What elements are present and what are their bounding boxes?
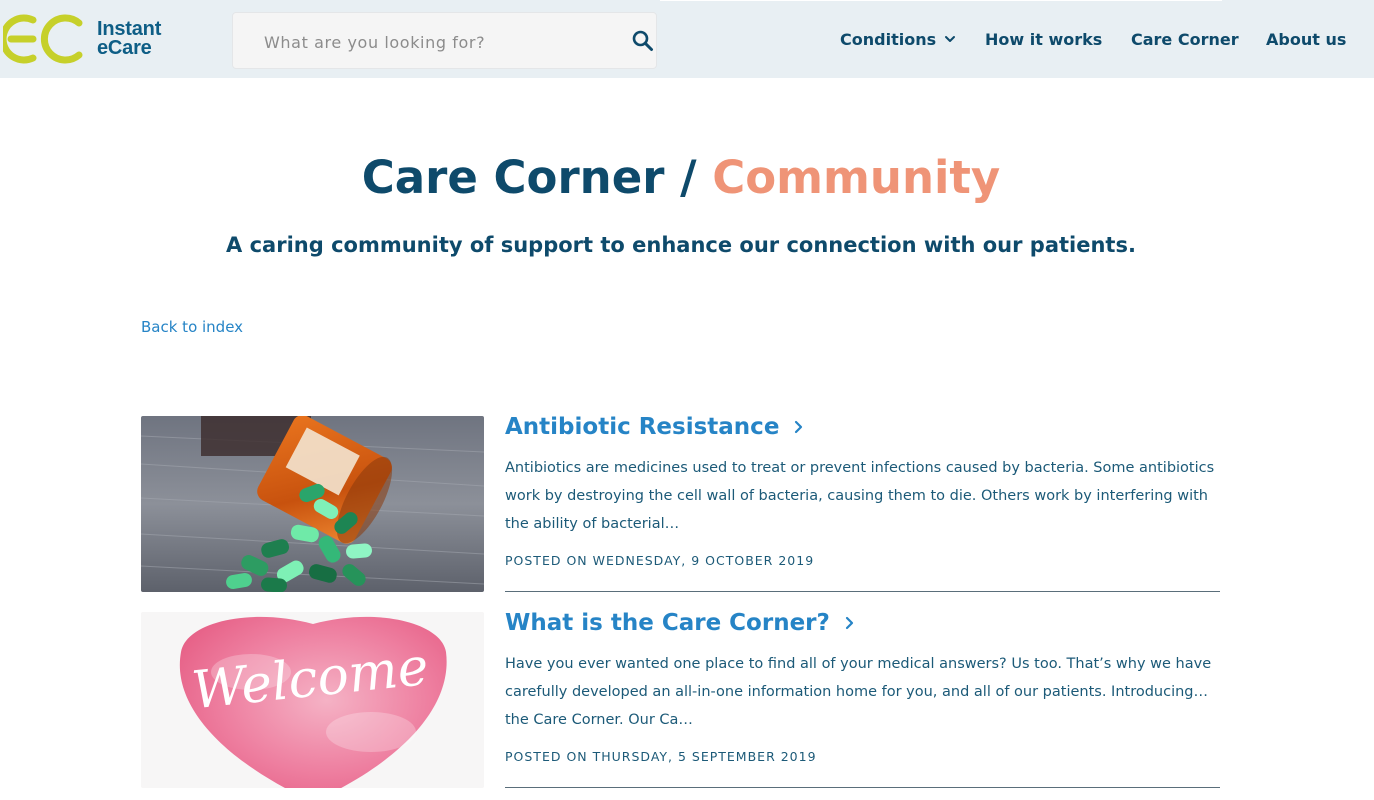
back-to-index-link[interactable]: Back to index bbox=[141, 318, 243, 336]
search-icon[interactable] bbox=[631, 29, 655, 53]
logo-mark-icon bbox=[3, 14, 83, 64]
search-input[interactable] bbox=[264, 31, 604, 53]
post-title-link[interactable]: Antibiotic Resistance bbox=[505, 410, 805, 444]
nav-how-it-works[interactable]: How it works bbox=[985, 29, 1102, 49]
post-title: What is the Care Corner? bbox=[505, 610, 830, 636]
page-title-main: Care Corner bbox=[361, 151, 665, 204]
post-card: Welcome What is the Care Corner? Have yo… bbox=[141, 610, 1220, 788]
spilled-pill-bottle-image[interactable] bbox=[141, 416, 484, 592]
logo-line-2: eCare bbox=[97, 37, 152, 59]
post-title: Antibiotic Resistance bbox=[505, 414, 780, 440]
post-title-link[interactable]: What is the Care Corner? bbox=[505, 606, 856, 640]
chevron-right-icon bbox=[795, 420, 803, 434]
site-logo[interactable]: Instant eCare bbox=[3, 13, 178, 65]
nav-about-us[interactable]: About us bbox=[1266, 29, 1346, 49]
header-top-line bbox=[660, 0, 1222, 1]
nav-conditions-label: Conditions bbox=[840, 29, 937, 49]
chevron-right-icon bbox=[845, 616, 853, 630]
post-date: POSTED ON THURSDAY, 5 SEPTEMBER 2019 bbox=[505, 749, 817, 764]
site-header: Instant eCare Conditions How it works Ca… bbox=[0, 0, 1374, 78]
page-title-separator: / bbox=[664, 151, 713, 204]
logo-wordmark: Instant eCare bbox=[97, 19, 161, 59]
post-divider bbox=[505, 787, 1220, 788]
search-box bbox=[232, 12, 657, 69]
nav-conditions[interactable]: Conditions bbox=[840, 29, 956, 49]
post-card: Antibiotic Resistance Antibiotics are me… bbox=[141, 414, 1220, 592]
page-title-accent: Community bbox=[712, 151, 1001, 204]
post-excerpt: Have you ever wanted one place to find a… bbox=[505, 656, 1212, 728]
chevron-down-icon bbox=[945, 36, 956, 42]
page-title: Care Corner / Community bbox=[0, 148, 1362, 208]
post-date: POSTED ON WEDNESDAY, 9 OCTOBER 2019 bbox=[505, 553, 815, 568]
post-excerpt: Antibiotics are medicines used to treat … bbox=[505, 460, 1215, 532]
page-subtitle: A caring community of support to enhance… bbox=[226, 233, 1136, 257]
nav-care-corner[interactable]: Care Corner bbox=[1131, 29, 1239, 49]
welcome-heart-image[interactable]: Welcome bbox=[141, 612, 484, 788]
post-divider bbox=[505, 591, 1220, 592]
